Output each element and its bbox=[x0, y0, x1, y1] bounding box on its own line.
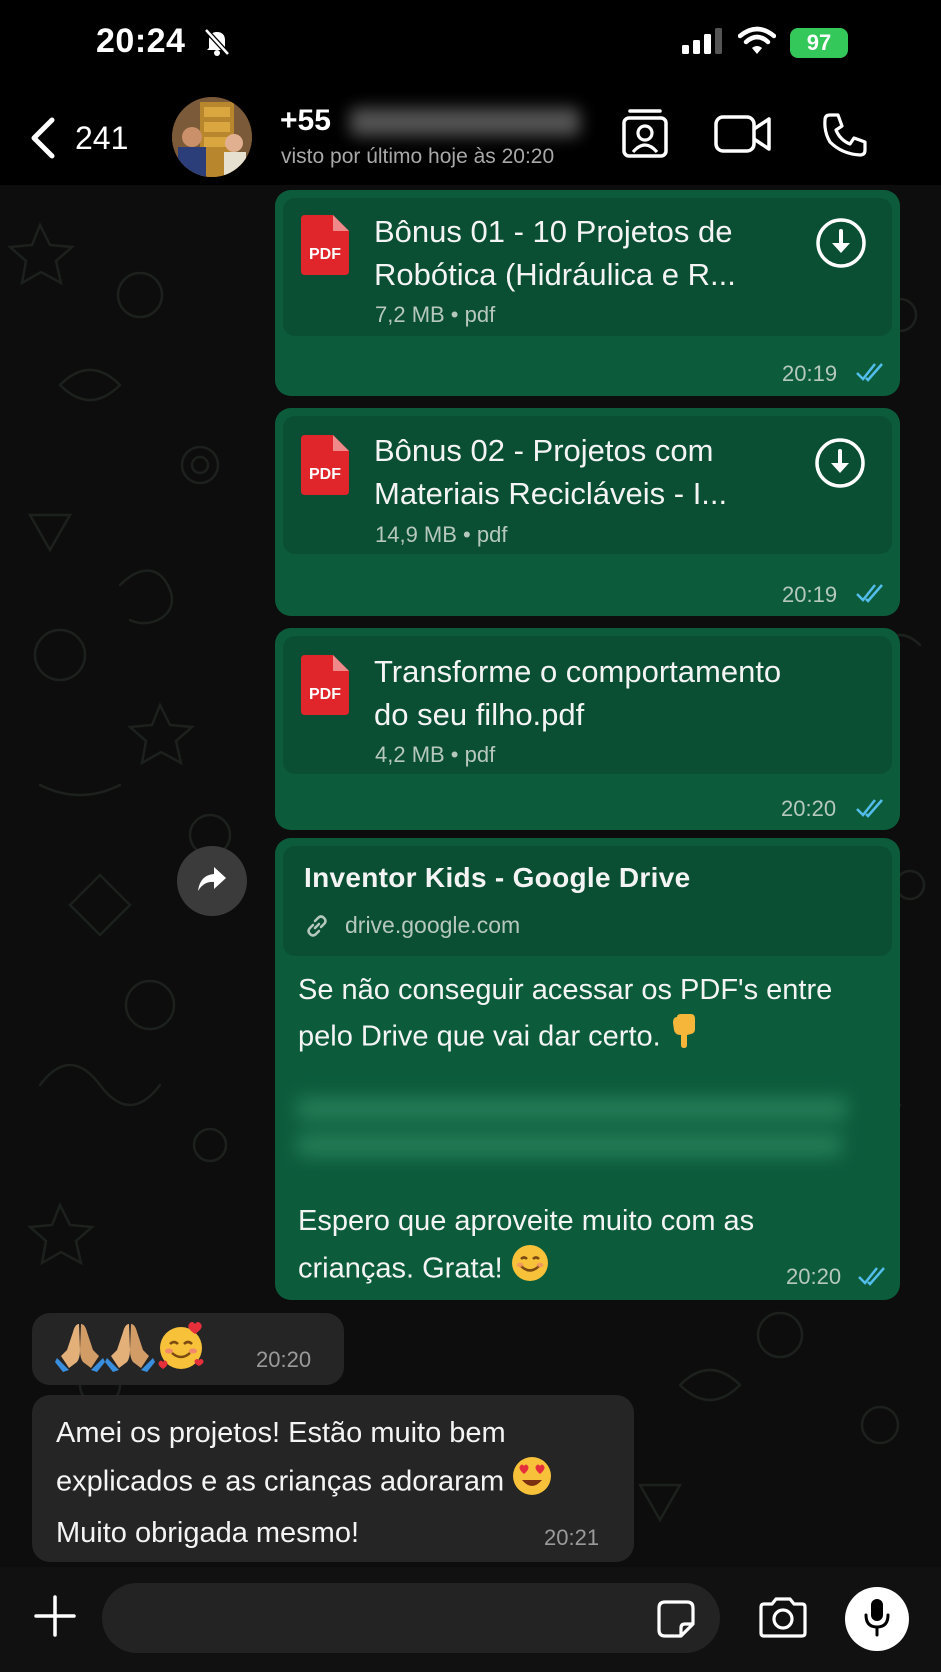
message-input[interactable] bbox=[102, 1583, 720, 1653]
message-text: Espero que aproveite muito com as crianç… bbox=[298, 1198, 858, 1296]
praying-hands-emoji-icon bbox=[55, 1320, 105, 1382]
heart-eyes-emoji-icon bbox=[512, 1456, 552, 1510]
contact-card-icon[interactable] bbox=[620, 108, 670, 165]
battery-indicator: 97 bbox=[790, 28, 848, 58]
pointing-down-emoji-icon bbox=[669, 1013, 699, 1063]
redacted-number bbox=[350, 108, 580, 136]
smiling-face-emoji-icon bbox=[511, 1244, 549, 1296]
document-meta: 7,2 MB • pdf bbox=[375, 302, 496, 327]
microphone-button[interactable] bbox=[845, 1587, 909, 1651]
sticker-icon[interactable] bbox=[657, 1600, 695, 1643]
pdf-icon: PDF bbox=[297, 435, 353, 502]
status-time: 20:24 bbox=[96, 22, 186, 60]
back-chevron-icon[interactable] bbox=[28, 116, 58, 165]
contact-name[interactable]: +55 bbox=[280, 104, 331, 138]
message-text: Se não conseguir acessar os PDF's entre … bbox=[298, 967, 888, 1063]
camera-icon[interactable] bbox=[757, 1597, 809, 1644]
read-ticks-icon bbox=[855, 797, 885, 824]
plus-icon[interactable] bbox=[34, 1595, 76, 1642]
smiling-face-with-hearts-emoji-icon bbox=[155, 1320, 207, 1382]
document-title: Bônus 02 - Projetos com Materiais Recicl… bbox=[374, 433, 728, 511]
forward-button[interactable] bbox=[177, 846, 247, 916]
svg-text:PDF: PDF bbox=[309, 466, 341, 483]
phone-call-icon[interactable] bbox=[822, 112, 868, 163]
avatar[interactable] bbox=[172, 97, 252, 177]
document-meta: 14,9 MB • pdf bbox=[375, 522, 508, 547]
link-preview-domain[interactable]: drive.google.com bbox=[345, 912, 520, 939]
status-bar: 20:24 97 bbox=[0, 0, 941, 90]
unread-count[interactable]: 241 bbox=[75, 120, 128, 157]
emoji-message bbox=[55, 1320, 207, 1382]
read-ticks-icon bbox=[855, 361, 885, 388]
document-title: Transforme o comportamento do seu filho.… bbox=[374, 654, 782, 732]
forward-arrow-icon bbox=[196, 865, 228, 898]
praying-hands-emoji-icon bbox=[105, 1320, 155, 1382]
document-meta: 4,2 MB • pdf bbox=[375, 742, 496, 767]
message-time: 20:21 bbox=[544, 1525, 600, 1550]
chat-header: 241 +55 visto por último hoje às 20:20 bbox=[0, 90, 941, 185]
document-title: Bônus 01 - 10 Projetos de Robótica (Hidr… bbox=[374, 214, 736, 292]
message-time: 20:20 bbox=[256, 1347, 312, 1372]
pdf-icon: PDF bbox=[297, 655, 353, 722]
message-time: 20:19 bbox=[782, 361, 838, 386]
message-text: Amei os projetos! Estão muito bem explic… bbox=[56, 1410, 616, 1556]
link-preview-title[interactable]: Inventor Kids - Google Drive bbox=[304, 862, 690, 894]
microphone-icon bbox=[863, 1597, 891, 1642]
download-icon[interactable] bbox=[814, 437, 866, 494]
message-composer bbox=[0, 1567, 941, 1672]
link-chain-icon bbox=[304, 913, 330, 944]
download-icon[interactable] bbox=[815, 217, 867, 274]
bell-muted-icon bbox=[203, 27, 231, 62]
video-call-icon[interactable] bbox=[714, 114, 772, 159]
cellular-signal-icon bbox=[682, 28, 726, 59]
pdf-icon: PDF bbox=[297, 215, 353, 282]
last-seen-status[interactable]: visto por último hoje às 20:20 bbox=[281, 145, 554, 169]
message-time: 20:19 bbox=[782, 582, 838, 607]
message-time: 20:20 bbox=[781, 796, 837, 821]
wifi-icon bbox=[737, 26, 777, 61]
message-time: 20:20 bbox=[786, 1264, 842, 1289]
read-ticks-icon bbox=[855, 582, 885, 609]
svg-text:PDF: PDF bbox=[309, 686, 341, 703]
read-ticks-icon bbox=[857, 1265, 887, 1292]
redacted-link bbox=[297, 1098, 852, 1168]
svg-text:PDF: PDF bbox=[309, 246, 341, 263]
